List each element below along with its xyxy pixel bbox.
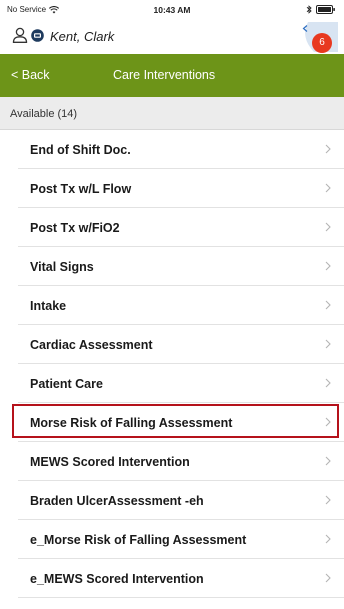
alert-badge[interactable]: 6 xyxy=(312,33,332,53)
chevron-right-icon xyxy=(325,417,331,427)
list-item-label: Post Tx w/FiO2 xyxy=(30,221,120,235)
section-header: Available (14) xyxy=(0,97,344,130)
list-item[interactable]: Intake xyxy=(0,286,344,325)
battery-icon xyxy=(316,5,335,14)
list-item[interactable]: e_Morse Risk of Falling Assessment xyxy=(0,520,344,559)
list-item[interactable]: Vital Signs xyxy=(0,247,344,286)
person-icon[interactable] xyxy=(12,27,28,43)
section-title: Available (14) xyxy=(10,108,78,120)
bluetooth-icon xyxy=(306,5,312,14)
back-button[interactable]: < Back xyxy=(11,68,50,82)
list-item[interactable]: Post Tx w/L Flow xyxy=(0,169,344,208)
chevron-left-icon xyxy=(302,25,308,32)
patient-header: Kent, Clark 6 xyxy=(0,20,344,54)
care-interventions-screen: No Service 10:43 AM Kent, Clark 6 < Back… xyxy=(0,0,344,609)
chevron-right-icon xyxy=(325,495,331,505)
chevron-right-icon xyxy=(325,456,331,466)
list-item-label: Braden UlcerAssessment -eh xyxy=(30,494,204,508)
navigation-bar: < Back Care Interventions xyxy=(0,54,344,97)
chevron-right-icon xyxy=(325,573,331,583)
list-item[interactable]: Patient Care xyxy=(0,364,344,403)
list-item-label: Vital Signs xyxy=(30,260,94,274)
list-item-label: Cardiac Assessment xyxy=(30,338,153,352)
chevron-right-icon xyxy=(325,300,331,310)
list-item-label: Post Tx w/L Flow xyxy=(30,182,132,196)
list-item[interactable]: Braden UlcerAssessment -eh xyxy=(0,481,344,520)
list-item-label: e_MEWS Scored Intervention xyxy=(30,572,204,586)
list-item[interactable]: MEWS Scored Intervention xyxy=(0,442,344,481)
list-item[interactable]: End of Shift Doc. xyxy=(0,130,344,169)
list-item-label: Patient Care xyxy=(30,377,103,391)
list-item-label: MEWS Scored Intervention xyxy=(30,455,190,469)
chevron-right-icon xyxy=(325,378,331,388)
chevron-right-icon xyxy=(325,222,331,232)
page-title: Care Interventions xyxy=(113,68,216,82)
list-item[interactable]: e_MEWS Scored Intervention xyxy=(0,559,344,598)
chevron-right-icon xyxy=(325,183,331,193)
list-item-label: e_Morse Risk of Falling Assessment xyxy=(30,533,247,547)
interventions-list: End of Shift Doc. Post Tx w/L Flow Post … xyxy=(0,130,344,598)
chevron-right-icon xyxy=(325,534,331,544)
list-item-label: Morse Risk of Falling Assessment xyxy=(30,416,233,430)
list-item[interactable]: Cardiac Assessment xyxy=(0,325,344,364)
chevron-right-icon xyxy=(325,339,331,349)
chevron-right-icon xyxy=(325,144,331,154)
status-right xyxy=(306,5,336,14)
list-item-label: End of Shift Doc. xyxy=(30,143,131,157)
clock: 10:43 AM xyxy=(153,5,191,15)
patient-name[interactable]: Kent, Clark xyxy=(50,29,114,44)
status-bar: No Service 10:43 AM xyxy=(0,0,344,20)
patient-status-icon xyxy=(31,29,44,42)
chevron-right-icon xyxy=(325,261,331,271)
list-item-highlighted[interactable]: Morse Risk of Falling Assessment xyxy=(0,403,344,442)
list-item-label: Intake xyxy=(30,299,67,313)
list-bottom xyxy=(0,598,344,609)
list-item[interactable]: Post Tx w/FiO2 xyxy=(0,208,344,247)
